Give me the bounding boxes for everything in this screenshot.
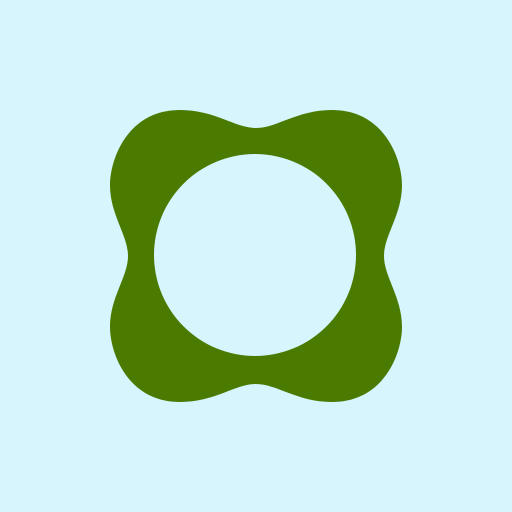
app-icon-canvas bbox=[0, 0, 512, 512]
inner-hole-circle bbox=[154, 154, 356, 356]
squircle-ring-icon bbox=[110, 110, 402, 402]
